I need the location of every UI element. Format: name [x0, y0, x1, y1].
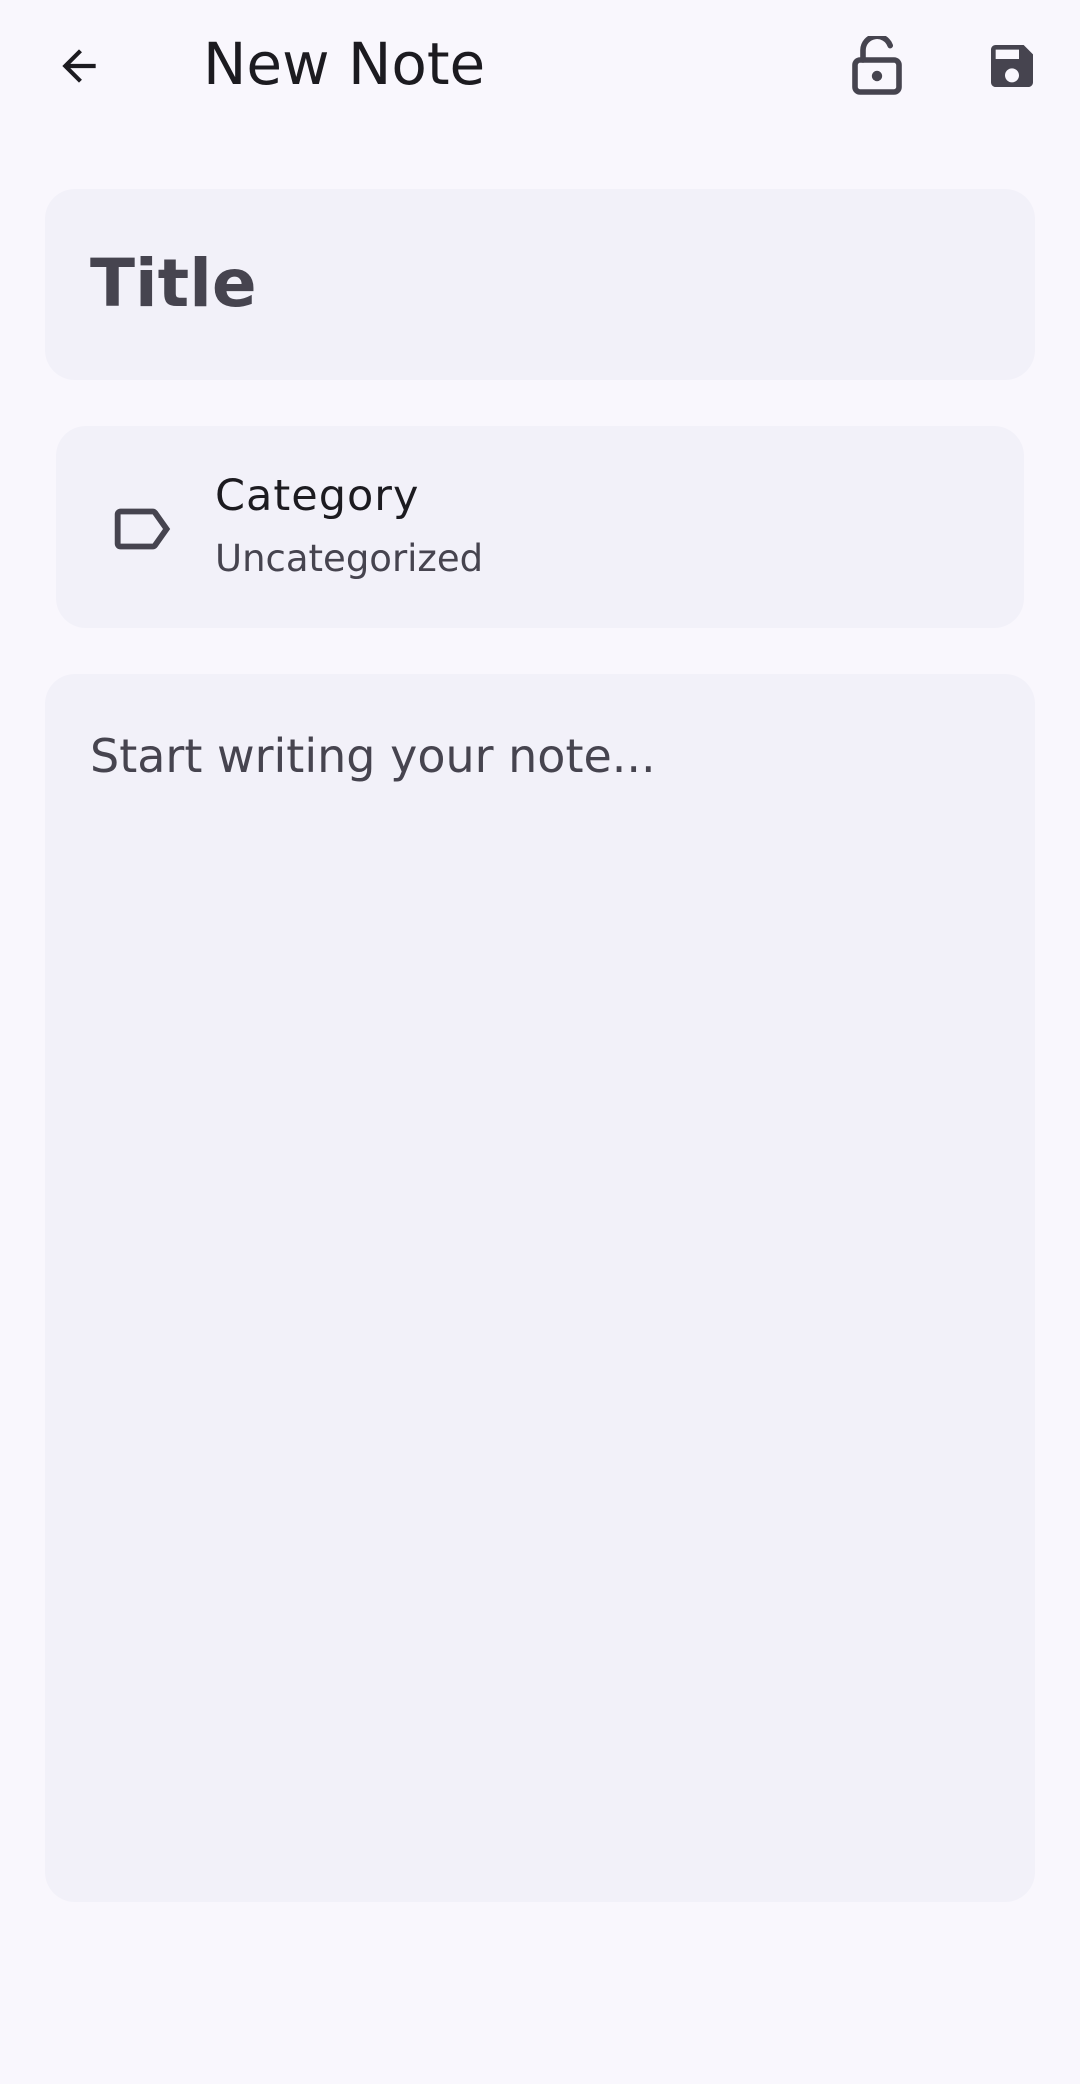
note-body-container	[45, 674, 1035, 1902]
app-bar: New Note	[0, 0, 1080, 130]
title-field-container	[45, 189, 1035, 380]
category-label: Category	[215, 471, 420, 521]
title-input[interactable]	[90, 244, 990, 322]
save-icon	[984, 38, 1040, 94]
save-button[interactable]	[964, 18, 1060, 114]
back-button[interactable]	[31, 18, 127, 114]
lock-toggle-button[interactable]	[829, 18, 925, 114]
page-title: New Note	[203, 30, 486, 98]
lock-open-icon	[849, 36, 905, 96]
category-selector[interactable]: Category Uncategorized	[56, 426, 1024, 628]
arrow-back-icon	[54, 41, 104, 91]
note-body-input[interactable]	[90, 726, 990, 1850]
label-icon	[106, 494, 176, 564]
category-value: Uncategorized	[215, 537, 484, 580]
